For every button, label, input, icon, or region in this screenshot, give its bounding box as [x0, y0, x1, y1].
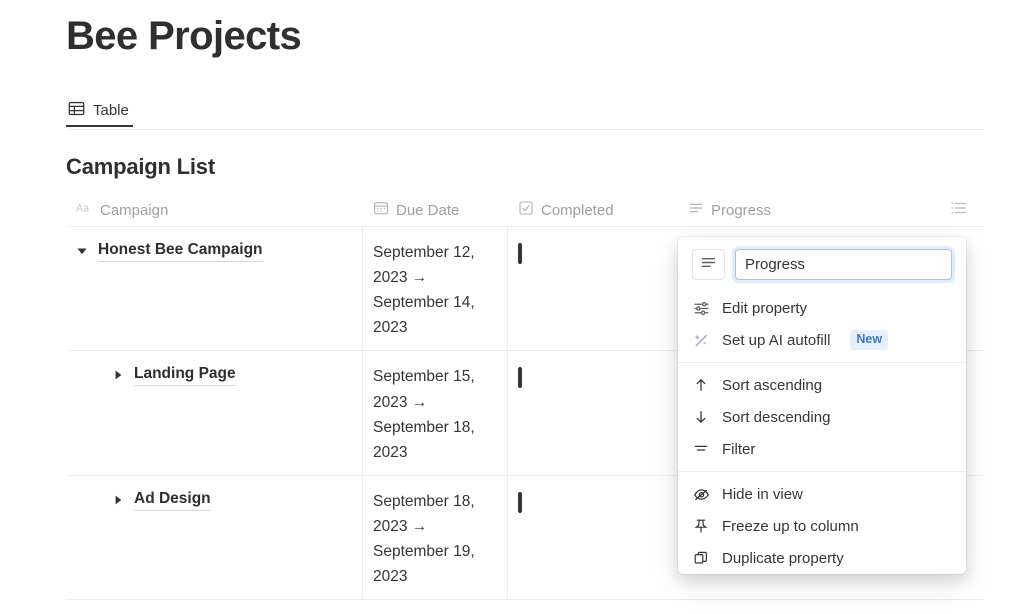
text-aa-icon: Aa — [76, 201, 93, 219]
property-menu-header — [678, 249, 966, 292]
property-menu-group-sort: Sort ascending Sort descending Filter — [678, 369, 966, 465]
column-header-completed[interactable]: Completed — [508, 194, 678, 227]
tab-bar-divider — [66, 129, 984, 130]
cell-campaign[interactable]: Honest Bee Campaign — [66, 227, 363, 351]
pin-icon — [692, 518, 710, 534]
cell-campaign[interactable]: Landing Page — [66, 351, 363, 475]
property-menu-group-layout: Hide in view Freeze up to column Duplica… — [678, 478, 966, 574]
completed-checkbox[interactable] — [518, 491, 522, 513]
notion-database-page: Bee Projects Table Campaign List Aa Camp… — [0, 0, 1024, 614]
new-badge: New — [850, 330, 889, 350]
menu-item-sort-ascending[interactable]: Sort ascending — [678, 369, 966, 401]
cell-due-date[interactable]: September 18, 2023 → September 19, 2023 — [363, 475, 508, 600]
page-title: Bee Projects — [66, 14, 302, 58]
property-name-field[interactable] — [735, 249, 952, 280]
menu-divider — [678, 362, 966, 363]
checkbox-icon — [518, 200, 534, 220]
text-lines-icon — [688, 200, 704, 220]
row-title[interactable]: Honest Bee Campaign — [98, 240, 263, 262]
completed-checkbox[interactable] — [518, 367, 522, 389]
due-date-value: September 12, 2023 → September 14, 2023 — [373, 244, 475, 337]
triangle-down-icon[interactable] — [76, 245, 88, 257]
row-title[interactable]: Landing Page — [134, 364, 236, 387]
menu-item-freeze-column[interactable]: Freeze up to column — [678, 510, 966, 542]
eye-off-icon — [692, 486, 710, 503]
calendar-icon — [373, 200, 389, 220]
text-lines-icon — [700, 254, 717, 276]
duplicate-icon — [692, 550, 710, 566]
cell-completed[interactable] — [508, 476, 678, 599]
menu-item-filter-label: Filter — [722, 440, 756, 458]
column-header-completed-label: Completed — [541, 201, 614, 219]
cell-due-date[interactable]: September 15, 2023 → September 18, 2023 — [363, 351, 508, 475]
menu-item-ai-autofill[interactable]: Set up AI autofill New — [678, 324, 966, 356]
table-options-button[interactable] — [908, 194, 984, 227]
column-header-progress[interactable]: Progress — [678, 194, 908, 227]
svg-text:Aa: Aa — [76, 202, 89, 214]
column-header-due-date[interactable]: Due Date — [363, 194, 508, 227]
cell-completed[interactable] — [508, 351, 678, 474]
property-context-menu: Edit property Set up AI autofill New — [678, 237, 966, 574]
triangle-right-icon[interactable] — [112, 369, 124, 381]
view-tab-bar: Table — [66, 96, 984, 130]
menu-item-sort-ascending-label: Sort ascending — [722, 376, 823, 394]
section-title: Campaign List — [66, 154, 215, 179]
sparkle-wand-icon — [692, 332, 710, 349]
column-header-due-date-label: Due Date — [396, 201, 460, 219]
menu-item-filter[interactable]: Filter — [678, 433, 966, 465]
due-date-value: September 15, 2023 → September 18, 2023 — [373, 368, 475, 461]
tab-table-label: Table — [93, 102, 129, 119]
cell-due-date[interactable]: September 12, 2023 → September 14, 2023 — [363, 227, 508, 351]
menu-item-duplicate-property[interactable]: Duplicate property — [678, 542, 966, 574]
completed-checkbox[interactable] — [518, 243, 522, 264]
menu-item-sort-descending-label: Sort descending — [722, 408, 831, 426]
menu-item-sort-descending[interactable]: Sort descending — [678, 401, 966, 433]
due-date-value: September 18, 2023 → September 19, 2023 — [373, 492, 475, 586]
cell-completed[interactable] — [508, 227, 678, 350]
arrow-down-icon — [692, 409, 710, 425]
tab-table[interactable]: Table — [66, 96, 133, 127]
sliders-icon — [692, 300, 710, 317]
property-type-button[interactable] — [692, 249, 725, 280]
menu-item-freeze-column-label: Freeze up to column — [722, 517, 859, 535]
cell-campaign[interactable]: Ad Design — [66, 475, 363, 600]
menu-divider — [678, 471, 966, 472]
menu-item-edit-property-label: Edit property — [722, 299, 808, 317]
menu-item-ai-autofill-label: Set up AI autofill — [722, 331, 831, 349]
menu-item-duplicate-property-label: Duplicate property — [722, 549, 844, 567]
column-header-progress-label: Progress — [711, 201, 772, 219]
triangle-right-icon[interactable] — [112, 494, 124, 506]
property-menu-group-edit: Edit property Set up AI autofill New — [678, 292, 966, 356]
row-title[interactable]: Ad Design — [134, 489, 211, 511]
table-icon — [68, 100, 85, 121]
column-header-campaign[interactable]: Aa Campaign — [66, 194, 363, 227]
menu-item-edit-property[interactable]: Edit property — [678, 292, 966, 324]
column-header-campaign-label: Campaign — [100, 201, 169, 219]
menu-item-hide-in-view-label: Hide in view — [722, 485, 803, 503]
menu-item-hide-in-view[interactable]: Hide in view — [678, 478, 966, 510]
filter-icon — [692, 441, 710, 457]
property-name-input[interactable] — [745, 256, 942, 273]
table-header-row: Aa Campaign Due Date Completed Progress — [66, 194, 984, 227]
arrow-up-icon — [692, 377, 710, 393]
list-options-icon — [950, 200, 968, 220]
